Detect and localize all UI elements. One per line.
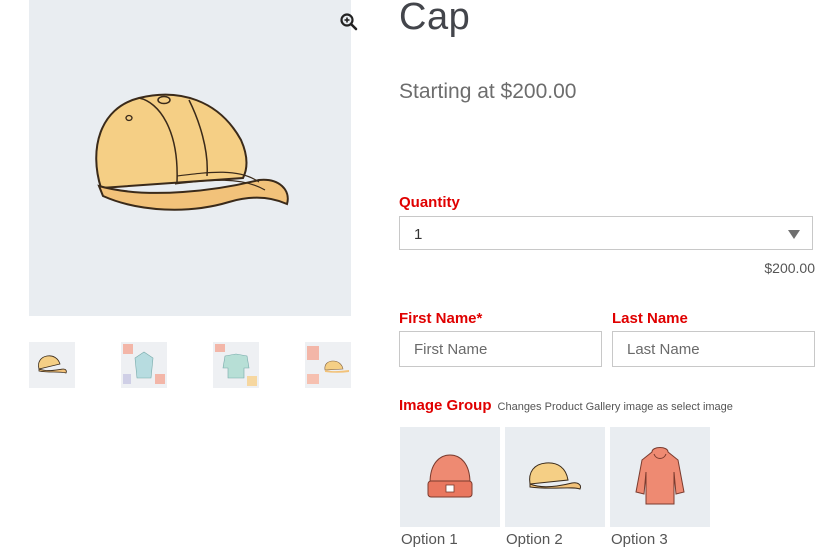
quantity-selected-value: 1 xyxy=(414,226,423,243)
image-option-3[interactable] xyxy=(610,427,710,527)
chevron-down-icon xyxy=(788,230,800,239)
image-option-2[interactable] xyxy=(505,427,605,527)
option-2-label: Option 2 xyxy=(506,531,563,548)
cap-icon xyxy=(529,462,581,490)
hoodie-icon xyxy=(635,447,685,505)
option-1-label: Option 1 xyxy=(401,531,458,548)
thumbnail-cap[interactable] xyxy=(29,342,75,388)
quantity-label: Quantity xyxy=(399,194,460,211)
quantity-select[interactable]: 1 xyxy=(399,216,813,250)
first-name-field[interactable] xyxy=(399,331,602,367)
patterned-cap-thumbnail xyxy=(307,346,349,384)
last-name-label: Last Name xyxy=(612,310,688,327)
image-group-label: Image Group xyxy=(399,397,492,414)
patterned-sweater-thumbnail xyxy=(215,344,257,386)
image-option-1[interactable] xyxy=(400,427,500,527)
quantity-subtotal: $200.00 xyxy=(764,260,815,276)
thumbnail-cap-pattern[interactable] xyxy=(305,342,351,388)
magnifier-plus-icon xyxy=(340,13,358,31)
image-group-heading: Image Group Changes Product Gallery image… xyxy=(399,397,733,414)
patterned-hoodie-thumbnail xyxy=(123,344,165,384)
option-3-label: Option 3 xyxy=(611,531,668,548)
product-price: Starting at $200.00 xyxy=(399,80,577,103)
zoom-button[interactable] xyxy=(334,7,364,37)
last-name-field[interactable] xyxy=(612,331,815,367)
cap-thumbnail xyxy=(38,355,67,374)
beanie-icon xyxy=(427,454,473,498)
image-group-hint: Changes Product Gallery image as select … xyxy=(497,401,733,413)
thumbnail-hoodie-pattern[interactable] xyxy=(121,342,167,388)
product-title: Cap xyxy=(399,0,471,38)
main-product-image[interactable] xyxy=(29,0,358,316)
cap-illustration xyxy=(95,93,289,211)
thumbnail-sweater-pattern[interactable] xyxy=(213,342,259,388)
first-name-label: First Name* xyxy=(399,310,483,327)
